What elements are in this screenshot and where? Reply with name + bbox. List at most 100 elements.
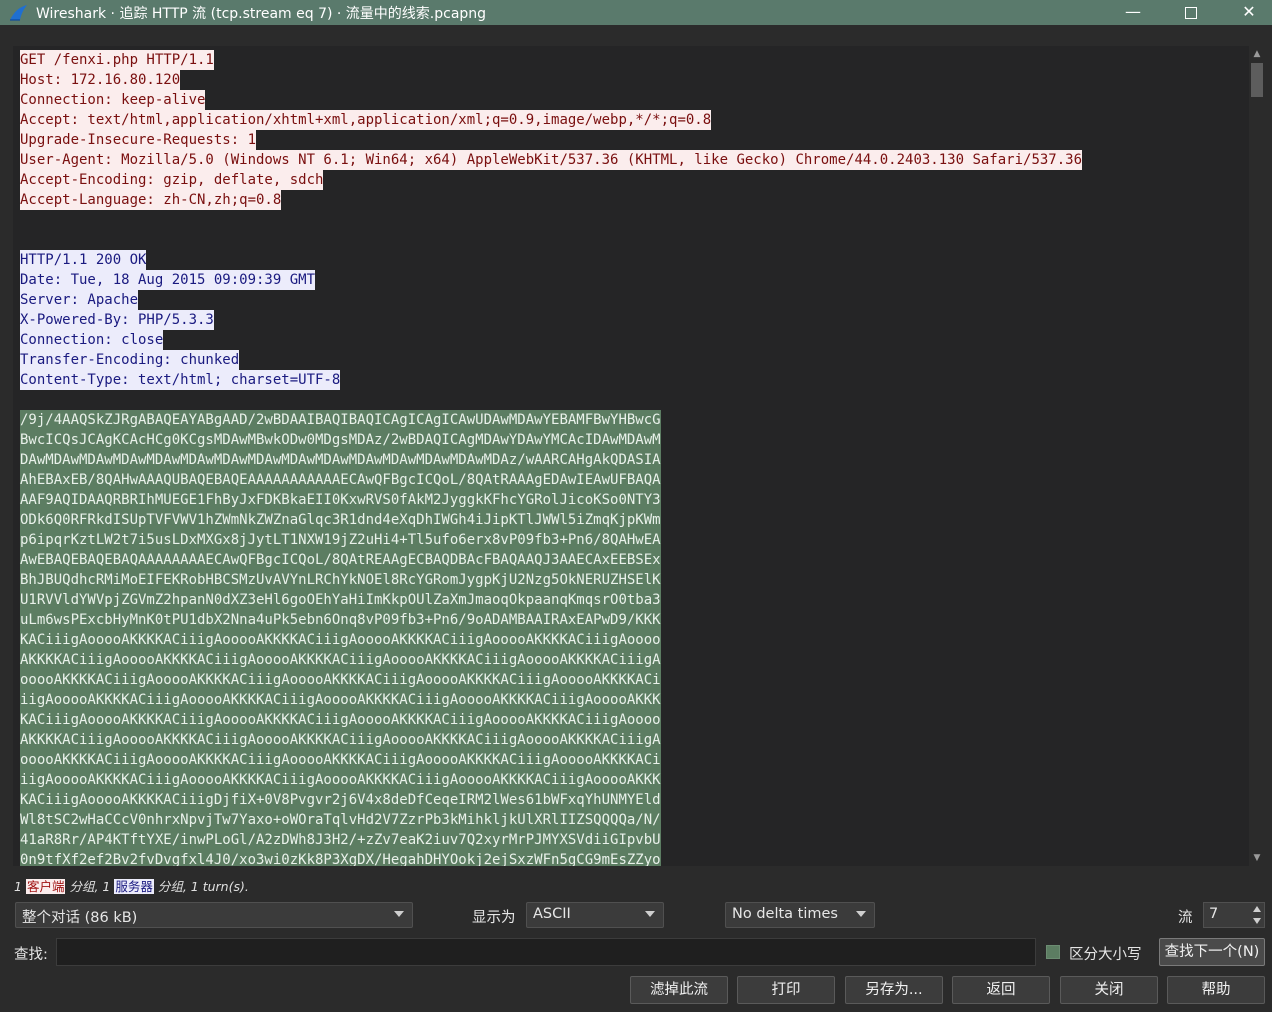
server-body-line: BwcICQsJCAgKCAcHCg0KCgsMDAwMBwkODw0MDgsM…: [20, 430, 1082, 450]
server-body-line: iigAooooAKKKKACiiigAooooAKKKKACiiigAoooo…: [20, 770, 1082, 790]
stream-line-text: AKKKKACiiigAooooAKKKKACiiigAooooAKKKKACi…: [20, 730, 661, 750]
server-body-line: AKKKKACiiigAooooAKKKKACiiigAooooAKKKKACi…: [20, 650, 1082, 670]
case-sensitive-checkbox[interactable]: [1046, 945, 1060, 959]
stream-line-text: AAF9AQIDAAQRBRIhMUEGE1FhByJxFDKBkaEII0Kx…: [20, 490, 661, 510]
stream-line-text: KACiiigAooooAKKKKACiiigAooooAKKKKACiiigA…: [20, 630, 661, 650]
server-body-line: ooooAKKKKACiiigAooooAKKKKACiiigAooooAKKK…: [20, 750, 1082, 770]
server-body-line: p6ipqrKztLW2t7i5usLDxMXGx8jJytLT1NXW19jZ…: [20, 530, 1082, 550]
scroll-up-arrow-icon[interactable]: ▲: [1249, 46, 1265, 62]
stream-line-text: AhEBAxEB/8QAHwAAAQUBAQEBAQEAAAAAAAAAAAEC…: [20, 470, 661, 490]
server-header-line: Content-Type: text/html; charset=UTF-8: [20, 370, 1082, 390]
stream-line-text: iigAooooAKKKKACiiigAooooAKKKKACiiigAoooo…: [20, 770, 661, 790]
minimize-button[interactable]: —: [1104, 0, 1162, 25]
stream-line-text: p6ipqrKztLW2t7i5usLDxMXGx8jJytLT1NXW19jZ…: [20, 530, 661, 550]
server-body-line: ODk6Q0RFRkdISUpTVFVWV1hZWmNkZWZnaGlqc3R1…: [20, 510, 1082, 530]
stream-text: GET /fenxi.php HTTP/1.1 Host: 172.16.80.1…: [20, 50, 1083, 866]
stream-line-text: Wl8tSC2wHaCCcV0nhrxNpvjTw7Yaxo+oWOraTqlv…: [20, 810, 661, 830]
find-next-button[interactable]: 查找下一个(N): [1159, 938, 1265, 966]
stream-line-text: 41aR8Rr/AP4KTftYXE/inwPLoGl/A2zDWh8J3H2/…: [20, 830, 661, 850]
packet-summary: 1 客户端 分组, 1 服务器 分组, 1 turn(s).: [14, 876, 249, 895]
server-body-line: KACiiigAooooAKKKKACiiigDjfiX+0V8Pvgvr2j6…: [20, 790, 1082, 810]
server-body-line: Wl8tSC2wHaCCcV0nhrxNpvjTw7Yaxo+oWOraTqlv…: [20, 810, 1082, 830]
server-body-line: AAF9AQIDAAQRBRIhMUEGE1FhByJxFDKBkaEII0Kx…: [20, 490, 1082, 510]
stream-line-text: uLm6wsPExcbHyMnK0tPU1dbX2Nna4uPk5ebn6Onq…: [20, 610, 661, 630]
server-header-line: Date: Tue, 18 Aug 2015 09:09:39 GMT: [20, 270, 1082, 290]
client-label: 客户端: [25, 879, 66, 894]
stream-line-text: KACiiigAooooAKKKKACiiigDjfiX+0V8Pvgvr2j6…: [20, 790, 661, 810]
server-body-line: DAwMDAwMDAwMDAwMDAwMDAwMDAwMDAwMDAwMDAwM…: [20, 450, 1082, 470]
stream-line-text: BwcICQsJCAgKCAcHCg0KCgsMDAwMBwkODw0MDgsM…: [20, 430, 661, 450]
stream-line-text: Accept-Encoding: gzip, deflate, sdch: [20, 170, 324, 190]
conversation-select-value: 整个对话 (86 kB): [22, 910, 138, 926]
vertical-scrollbar[interactable]: ▲ ▼: [1249, 46, 1265, 866]
delta-times-value: No delta times: [732, 906, 838, 922]
maximize-button[interactable]: [1162, 0, 1220, 25]
server-body-line: ooooAKKKKACiiigAooooAKKKKACiiigAooooAKKK…: [20, 670, 1082, 690]
save-as-button[interactable]: 另存为...: [845, 976, 943, 1004]
server-body-line: /9j/4AAQSkZJRgABAQEAYABgAAD/2wBDAAIBAQIB…: [20, 410, 1082, 430]
stream-line-text: BhJBUQdhcRMiMoEIFEKRobHBCSMzUvAVYnLRChYk…: [20, 570, 661, 590]
display-as-select[interactable]: ASCII: [526, 902, 664, 928]
maximize-icon: [1185, 7, 1197, 19]
find-input[interactable]: [56, 938, 1036, 966]
close-button[interactable]: 关闭: [1060, 976, 1158, 1004]
stream-line-text: ODk6Q0RFRkdISUpTVFVWV1hZWmNkZWZnaGlqc3R1…: [20, 510, 661, 530]
stream-line-text: ooooAKKKKACiiigAooooAKKKKACiiigAooooAKKK…: [20, 750, 661, 770]
stream-line-text: Connection: keep-alive: [20, 90, 206, 110]
stream-line-text: Server: Apache: [20, 290, 139, 310]
spin-up-icon[interactable]: [1253, 906, 1261, 912]
stream-line-text: Accept: text/html,application/xhtml+xml,…: [20, 110, 712, 130]
display-as-label: 显示为: [472, 910, 516, 926]
stream-line-text: Transfer-Encoding: chunked: [20, 350, 240, 370]
server-body-line: U1RVVldYWVpjZGVmZ2hpanN0dXZ3eHl6goOEhYaH…: [20, 590, 1082, 610]
stream-line-text: Connection: close: [20, 330, 164, 350]
back-button[interactable]: 返回: [952, 976, 1050, 1004]
stream-line-text: GET /fenxi.php HTTP/1.1: [20, 50, 214, 70]
stream-line-text: Host: 172.16.80.120: [20, 70, 181, 90]
help-button[interactable]: 帮助: [1167, 976, 1265, 1004]
stream-line-text: AwEBAQEBAQEBAQAAAAAAAAECAwQFBgcICQoL/8QA…: [20, 550, 661, 570]
client-request-line: User-Agent: Mozilla/5.0 (Windows NT 6.1;…: [20, 150, 1083, 170]
stream-line-text: /9j/4AAQSkZJRgABAQEAYABgAAD/2wBDAAIBAQIB…: [20, 410, 661, 430]
server-body-line: KACiiigAooooAKKKKACiiigAooooAKKKKACiiigA…: [20, 710, 1082, 730]
case-sensitive-label: 区分大小写: [1069, 947, 1142, 963]
spin-down-icon[interactable]: [1253, 918, 1261, 924]
wireshark-fin-icon: [10, 5, 27, 21]
conversation-select[interactable]: 整个对话 (86 kB): [15, 902, 413, 928]
chevron-down-icon: [856, 911, 866, 917]
stream-line-text: iigAooooAKKKKACiiigAooooAKKKKACiiigAoooo…: [20, 690, 661, 710]
close-window-button[interactable]: ✕: [1220, 0, 1272, 25]
stream-line-text: Accept-Language: zh-CN,zh;q=0.8: [20, 190, 282, 210]
client-request-line: Upgrade-Insecure-Requests: 1: [20, 130, 1082, 150]
stream-line-text: U1RVVldYWVpjZGVmZ2hpanN0dXZ3eHl6goOEhYaH…: [20, 590, 661, 610]
server-header-line: Transfer-Encoding: chunked: [20, 350, 1082, 370]
server-header-line: X-Powered-By: PHP/5.3.3: [20, 310, 1082, 330]
filter-out-stream-button[interactable]: 滤掉此流: [630, 976, 728, 1004]
client-request-line: Connection: keep-alive: [20, 90, 1082, 110]
server-body-line: 0n9tfXf2ef2Bv2fvDvgfxl4J0/xo3wi0zKk8P3Xg…: [20, 850, 1082, 866]
client-request-line: Accept-Encoding: gzip, deflate, sdch: [20, 170, 1082, 190]
server-header-line: HTTP/1.1 200 OK: [20, 250, 1082, 270]
delta-times-select[interactable]: No delta times: [725, 902, 875, 928]
stream-line-text: DAwMDAwMDAwMDAwMDAwMDAwMDAwMDAwMDAwMDAwM…: [20, 450, 661, 470]
scrollbar-thumb[interactable]: [1251, 63, 1263, 97]
stream-line-text: X-Powered-By: PHP/5.3.3: [20, 310, 214, 330]
scroll-down-arrow-icon[interactable]: ▼: [1249, 850, 1265, 866]
print-button[interactable]: 打印: [737, 976, 835, 1004]
server-body-line: AKKKKACiiigAooooAKKKKACiiigAooooAKKKKACi…: [20, 730, 1082, 750]
stream-line-text: ooooAKKKKACiiigAooooAKKKKACiiigAooooAKKK…: [20, 670, 661, 690]
client-request-line: Accept: text/html,application/xhtml+xml,…: [20, 110, 1082, 130]
stream-number-value: 7: [1209, 906, 1219, 922]
stream-line-text: AKKKKACiiigAooooAKKKKACiiigAooooAKKKKACi…: [20, 650, 661, 670]
chevron-down-icon: [645, 911, 655, 917]
display-as-value: ASCII: [533, 906, 571, 922]
summary-turns: 分组, 1 turn(s).: [157, 879, 249, 894]
stream-content-pane[interactable]: GET /fenxi.php HTTP/1.1 Host: 172.16.80.1…: [13, 46, 1249, 866]
summary-mid: 分组, 1: [69, 879, 111, 894]
stream-number-spinbox[interactable]: 7: [1203, 902, 1265, 928]
window-title: Wireshark · 追踪 HTTP 流 (tcp.stream eq 7) …: [36, 6, 487, 22]
summary-client-count: 1: [14, 879, 22, 894]
client-request-line: Accept-Language: zh-CN,zh;q=0.8: [20, 190, 1082, 210]
stream-line-text: Content-Type: text/html; charset=UTF-8: [20, 370, 341, 390]
